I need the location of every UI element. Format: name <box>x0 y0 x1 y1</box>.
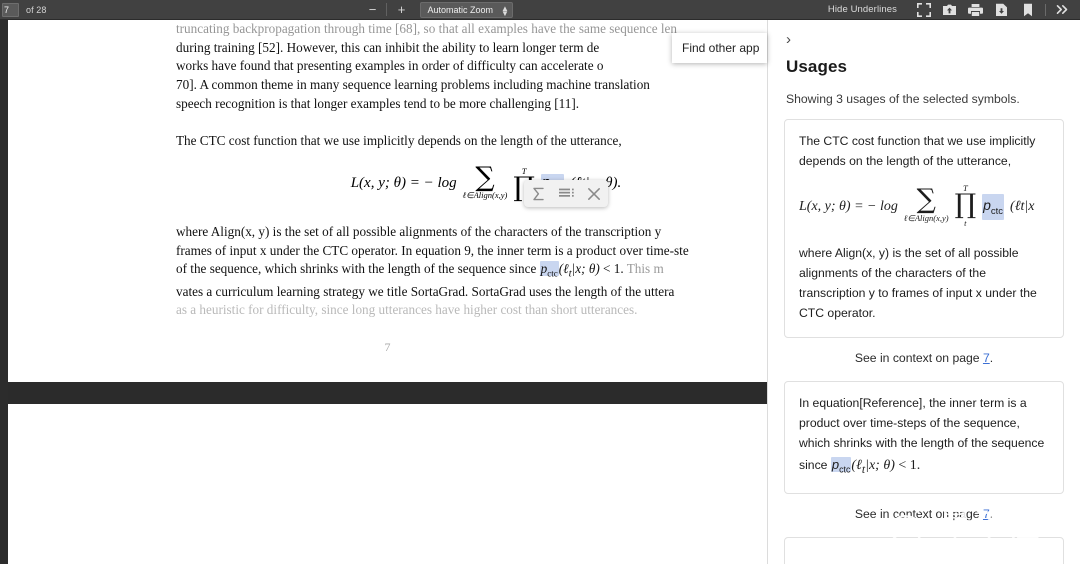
toolbar-separator <box>386 3 388 16</box>
page-link[interactable]: 7 <box>983 351 990 365</box>
list-lines-icon[interactable] <box>555 183 577 205</box>
upload-icon[interactable] <box>937 0 963 20</box>
bookmark-icon[interactable] <box>1015 0 1041 20</box>
usages-sidebar: › Usages Showing 3 usages of the selecte… <box>767 20 1080 564</box>
sigma-glyph: ∑ <box>916 184 936 216</box>
find-other-app-tooltip[interactable]: Find other app <box>672 33 767 63</box>
doc-line-faded: This m <box>626 261 664 277</box>
more-tools-icon[interactable] <box>1050 0 1076 20</box>
find-other-app-label: Find other app <box>682 41 760 55</box>
close-icon[interactable] <box>583 183 605 205</box>
highlighted-symbol-pctc[interactable]: pctc <box>982 194 1005 220</box>
doc-line-with-math: of the sequence, which shrinks with the … <box>176 260 767 282</box>
zoom-controls: − + Automatic Zoom ▲ ▼ <box>361 1 513 18</box>
pdf-page-7: truncating backpropagation through time … <box>8 20 767 382</box>
page-footer-number: 7 <box>384 340 391 354</box>
print-icon[interactable] <box>963 0 989 20</box>
toolbar-divider <box>1044 3 1046 16</box>
doc-line: as a heuristic for difficulty, since lon… <box>176 302 638 318</box>
paragraph-ctc-cost: The CTC cost function that we use implic… <box>176 132 767 151</box>
summation-operator: ∑ ℓ∈Align(x,y) <box>462 162 508 201</box>
sum-limit: ℓ∈Align(x,y) <box>903 213 949 224</box>
doc-line: frames of input x under the CTC operator… <box>176 242 689 258</box>
usage-card-text-after: where Align(x, y) is the set of all poss… <box>799 246 1037 320</box>
page-link[interactable]: 7 <box>983 507 990 521</box>
toolbar-right-group: Hide Underlines <box>828 0 1080 20</box>
usage-equation-content: L(x, y; θ) = − log ∑ ℓ∈Align(x,y) T ∏ t … <box>799 184 1035 231</box>
sum-limit: ℓ∈Align(x,y) <box>462 190 508 200</box>
usage-equation-tail: (ℓt|x <box>1010 198 1035 214</box>
usage-inline-math: (ℓt|x; θ) <box>851 457 895 476</box>
selection-floating-toolbar <box>524 180 608 207</box>
doc-line: 70]. A common theme in many sequence lea… <box>176 77 650 93</box>
see-in-context-prefix: See in context on page <box>854 351 983 366</box>
toolbar-left-group: of 28 <box>0 2 47 17</box>
see-in-context-link-2[interactable]: See in context on page 7. <box>768 507 1080 521</box>
hide-underlines-button[interactable]: Hide Underlines <box>828 4 897 15</box>
fullscreen-icon[interactable] <box>911 0 937 20</box>
pdf-toolbar: of 28 − + Automatic Zoom ▲▼ Hide Underli… <box>0 0 1080 20</box>
doc-line: speech recognition is that longer exampl… <box>176 95 580 111</box>
doc-line-text: of the sequence, which shrinks with the … <box>176 261 537 277</box>
usage-card[interactable]: In equation[Reference], the inner term i… <box>784 381 1064 495</box>
usage-card[interactable] <box>784 537 1064 564</box>
paragraph-where-align: where Align(x, y) is the set of all poss… <box>176 223 767 320</box>
download-icon[interactable] <box>989 0 1015 20</box>
page-total-label: of 28 <box>26 4 47 15</box>
usage-card-equation: L(x, y; θ) = − log ∑ ℓ∈Align(x,y) T ∏ t … <box>799 184 1049 231</box>
summation-operator: ∑ ℓ∈Align(x,y) <box>903 184 949 226</box>
inline-math-compare: < 1. <box>599 261 624 277</box>
inline-symbol-pctc[interactable]: pctc <box>539 261 559 279</box>
usage-card[interactable]: The CTC cost function that we use implic… <box>784 119 1064 339</box>
equation-9[interactable]: L(x, y; θ) = − log ∑ ℓ∈Align(x,y) T ∏ pc… <box>176 162 767 201</box>
see-in-context-suffix: . <box>989 351 994 366</box>
zoom-in-button[interactable]: + <box>390 2 412 17</box>
page-separator <box>0 382 767 404</box>
zoom-level-value: Automatic Zoom <box>427 4 494 15</box>
pi-glyph: ∏ <box>954 188 977 220</box>
highlighted-symbol-pctc[interactable]: pctc <box>830 456 852 474</box>
chevron-updown-icon: ▲ ▼ <box>501 3 509 18</box>
doc-line: The CTC cost function that we use implic… <box>176 132 622 148</box>
see-in-context-prefix: See in context on page <box>854 507 983 522</box>
inline-math-tail: (ℓt|x; θ) <box>558 261 600 281</box>
collapse-sidebar-chevron-icon[interactable]: › <box>786 32 800 47</box>
sigma-icon[interactable] <box>527 183 549 205</box>
doc-line: where Align(x, y) is the set of all poss… <box>176 224 662 239</box>
viewer-left-gutter <box>0 20 8 564</box>
zoom-out-button[interactable]: − <box>361 2 383 17</box>
see-in-context-link-1[interactable]: See in context on page 7. <box>768 351 1080 365</box>
sidebar-title: Usages <box>786 57 848 76</box>
page-number-input[interactable] <box>2 2 19 17</box>
doc-line: vates a curriculum learning strategy we … <box>176 283 675 299</box>
pdf-page-8: Architecture Simple RNN GRU 5 layers, 1 … <box>8 404 767 564</box>
product-lower-limit: t <box>964 217 967 228</box>
pdf-viewer-canvas[interactable]: truncating backpropagation through time … <box>0 20 767 564</box>
zoom-level-select[interactable]: Automatic Zoom ▲ ▼ <box>420 1 513 18</box>
pdf-viewer-app: of 28 − + Automatic Zoom ▲▼ Hide Underli… <box>0 0 1080 564</box>
usage-inline-compare: < 1. <box>894 457 921 473</box>
product-operator: T ∏ t <box>955 184 977 231</box>
see-in-context-suffix: . <box>989 507 994 522</box>
equation-lhs: L(x, y; θ) = − log <box>350 175 457 191</box>
usage-equation-lhs: L(x, y; θ) = − log <box>799 198 898 214</box>
sigma-glyph: ∑ <box>475 162 495 193</box>
usage-card-text: The CTC cost function that we use implic… <box>799 134 1036 168</box>
sidebar-subtitle: Showing 3 usages of the selected symbols… <box>786 92 1020 106</box>
